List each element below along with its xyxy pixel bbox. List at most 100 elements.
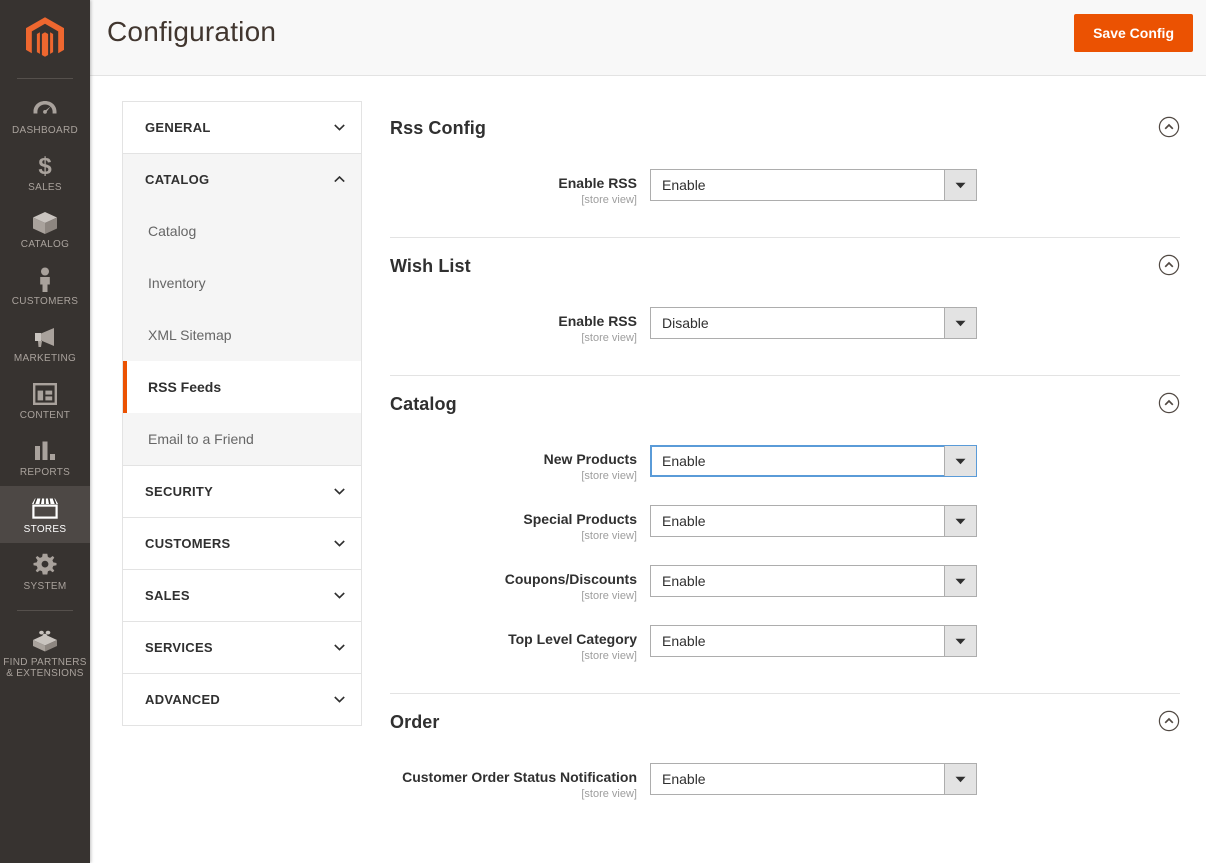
select-dropdown-arrow[interactable]: [944, 566, 976, 596]
config-menu-header-advanced[interactable]: Advanced: [123, 674, 361, 725]
nav-divider-2: [17, 610, 73, 611]
admin-sidebar: Dashboard $ Sales Catalog: [0, 0, 90, 863]
config-menu-header-general[interactable]: General: [123, 102, 361, 153]
select-value: Enable: [662, 633, 706, 649]
config-menu-section-sales: Sales: [123, 570, 361, 622]
config-menu-section-security: Security: [123, 466, 361, 518]
chevron-down-icon: [334, 123, 345, 131]
config-menu-header-label: General: [145, 120, 211, 135]
nav-label: System: [23, 581, 67, 592]
config-menu-header-customers[interactable]: Customers: [123, 518, 361, 569]
nav-label: Content: [19, 410, 71, 421]
field-scope-label: [store view]: [581, 590, 637, 602]
config-menu-header-services[interactable]: Services: [123, 622, 361, 673]
field-row-top-level-category: Top Level Category [store view] Enable: [390, 625, 1180, 663]
select-enable-rss[interactable]: Disable: [650, 307, 977, 339]
field-label: Enable RSS: [558, 175, 637, 191]
dollar-icon: $: [37, 153, 53, 179]
svg-text:$: $: [38, 153, 52, 179]
config-menu-item-catalog[interactable]: Catalog: [123, 205, 361, 257]
dashboard-icon: [33, 96, 57, 122]
field-scope-label: [store view]: [581, 788, 637, 800]
select-dropdown-arrow[interactable]: [944, 446, 976, 476]
config-menu-children: Catalog Inventory XML Sitemap RSS Feeds Emai…: [123, 205, 361, 465]
caret-down-icon: [955, 458, 966, 464]
fieldset-title: Catalog: [390, 394, 457, 414]
fieldset-title: Rss Config: [390, 118, 487, 138]
nav-item-find-partners[interactable]: Find Partners & Extensions: [0, 619, 90, 687]
field-scope-label: [store view]: [581, 530, 637, 542]
nav-item-catalog[interactable]: Catalog: [0, 201, 90, 258]
fieldset-order: Order Customer Order Status Notification […: [390, 693, 1180, 831]
nav-item-customers[interactable]: Customers: [0, 258, 90, 315]
select-top-level-category[interactable]: Enable: [650, 625, 977, 657]
config-menu-item-inventory[interactable]: Inventory: [123, 257, 361, 309]
fieldset-header-order[interactable]: Order: [390, 694, 1180, 751]
select-new-products[interactable]: Enable: [650, 445, 977, 477]
megaphone-icon: [32, 324, 58, 350]
nav-label-line2: & Extensions: [6, 668, 84, 679]
select-dropdown-arrow[interactable]: [944, 308, 976, 338]
select-dropdown-arrow[interactable]: [944, 506, 976, 536]
nav-item-marketing[interactable]: Marketing: [0, 315, 90, 372]
select-value: Enable: [662, 177, 706, 193]
nav-label: Sales: [28, 182, 62, 193]
field-row-coupons-discounts: Coupons/Discounts [store view] Enable: [390, 565, 1180, 603]
select-dropdown-arrow[interactable]: [944, 170, 976, 200]
config-menu-header-label: Customers: [145, 536, 231, 551]
config-menu-item-xml-sitemap[interactable]: XML Sitemap: [123, 309, 361, 361]
field-row-special-products: Special Products [store view] Enable: [390, 505, 1180, 543]
field-label: Top Level Category: [508, 631, 637, 647]
field-label-group: Customer Order Status Notification [store…: [390, 763, 650, 801]
fieldset-body: New Products [store view] Enable Special Pr…: [390, 433, 1180, 693]
nav-label: Catalog: [20, 239, 70, 250]
fieldset-title: Wish List: [390, 256, 471, 276]
nav-label-line1: Find Partners: [3, 657, 87, 668]
caret-down-icon: [955, 776, 966, 782]
nav-item-system[interactable]: System: [0, 543, 90, 600]
save-config-button[interactable]: Save Config: [1074, 14, 1193, 52]
config-menu-section-advanced: Advanced: [123, 674, 361, 725]
nav-label: Stores: [23, 524, 67, 535]
config-menu-header-sales[interactable]: Sales: [123, 570, 361, 621]
nav-item-sales[interactable]: $ Sales: [0, 144, 90, 201]
config-menu-header-catalog[interactable]: Catalog: [123, 154, 361, 205]
select-dropdown-arrow[interactable]: [944, 626, 976, 656]
select-special-products[interactable]: Enable: [650, 505, 977, 537]
config-menu-item-rss-feeds[interactable]: RSS Feeds: [123, 361, 361, 413]
field-label-group: Special Products [store view]: [390, 505, 650, 543]
select-dropdown-arrow[interactable]: [944, 764, 976, 794]
nav-label: Dashboard: [11, 125, 79, 136]
field-label-group: Top Level Category [store view]: [390, 625, 650, 663]
config-menu-section-services: Services: [123, 622, 361, 674]
nav-item-reports[interactable]: Reports: [0, 429, 90, 486]
box-icon: [32, 210, 58, 236]
select-enable-rss[interactable]: Enable: [650, 169, 977, 201]
fieldset-header-catalog[interactable]: Catalog: [390, 376, 1180, 433]
nav-label: Customers: [11, 296, 79, 307]
select-coupons-discounts[interactable]: Enable: [650, 565, 977, 597]
magento-logo[interactable]: [0, 0, 90, 78]
collapse-toggle-icon[interactable]: [1158, 254, 1180, 276]
collapse-toggle-icon[interactable]: [1158, 710, 1180, 732]
field-row-customer-order-status-notification: Customer Order Status Notification [store…: [390, 763, 1180, 801]
fieldset-title: Order: [390, 712, 440, 732]
caret-down-icon: [955, 182, 966, 188]
nav-label: Reports: [19, 467, 71, 478]
config-menu-item-email-to-a-friend[interactable]: Email to a Friend: [123, 413, 361, 465]
config-menu-header-security[interactable]: Security: [123, 466, 361, 517]
fieldset-header-wish-list[interactable]: Wish List: [390, 238, 1180, 295]
select-customer-order-status-notification[interactable]: Enable: [650, 763, 977, 795]
nav-item-content[interactable]: Content: [0, 372, 90, 429]
caret-down-icon: [955, 320, 966, 326]
select-value: Enable: [662, 513, 706, 529]
collapse-toggle-icon[interactable]: [1158, 392, 1180, 414]
collapse-toggle-icon[interactable]: [1158, 116, 1180, 138]
nav-item-stores[interactable]: Stores: [0, 486, 90, 543]
nav-item-dashboard[interactable]: Dashboard: [0, 87, 90, 144]
select-value: Enable: [662, 573, 706, 589]
fieldset-header-rss-config[interactable]: Rss Config: [390, 100, 1180, 157]
field-scope-label: [store view]: [581, 470, 637, 482]
select-value: Disable: [662, 315, 709, 331]
config-menu-header-label: Catalog: [145, 172, 210, 187]
